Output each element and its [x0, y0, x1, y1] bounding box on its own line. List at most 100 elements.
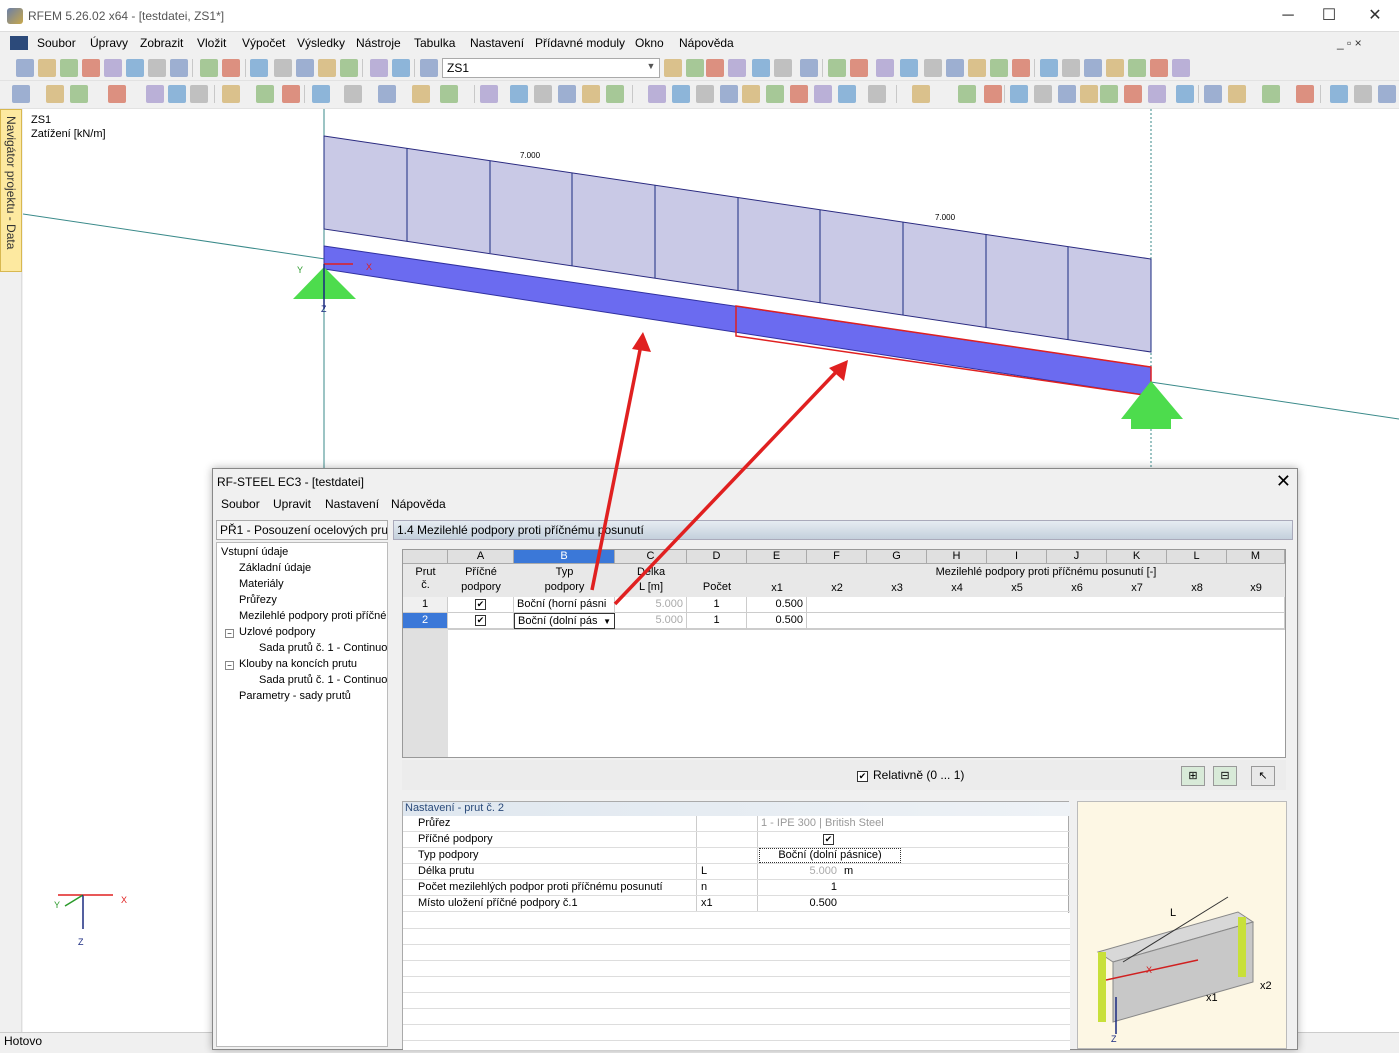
toolbar-tool-icon[interactable] — [250, 59, 268, 77]
toolbar-tool-icon[interactable] — [1080, 85, 1098, 103]
toolbar-tool-icon[interactable] — [696, 85, 714, 103]
toolbar-tool-icon[interactable] — [946, 59, 964, 77]
table-cell-count[interactable]: 1 — [687, 597, 747, 613]
checkbox[interactable]: ✔ — [475, 598, 486, 610]
toolbar-tool-icon[interactable] — [814, 85, 832, 103]
toolbar-tool-icon[interactable] — [838, 85, 856, 103]
toolbar-tool-icon[interactable] — [828, 59, 846, 77]
tree-item[interactable]: Sada prutů č. 1 - Continuou — [259, 674, 387, 686]
tree-item[interactable]: Parametry - sady prutů — [239, 690, 351, 702]
toolbar-tool-icon[interactable] — [990, 59, 1008, 77]
settings-checkbox[interactable]: ✔ — [823, 834, 834, 845]
toolbar-tool-icon[interactable] — [200, 59, 218, 77]
toolbar-tool-icon[interactable] — [82, 59, 100, 77]
toolbar-tool-icon[interactable] — [60, 59, 78, 77]
toolbar-tool-icon[interactable] — [706, 59, 724, 77]
menu-upravy[interactable]: Úpravy — [90, 36, 128, 50]
toolbar-tool-icon[interactable] — [664, 59, 682, 77]
toolbar-tool-icon[interactable] — [582, 85, 600, 103]
checkbox[interactable]: ✔ — [475, 614, 486, 626]
toolbar-tool-icon[interactable] — [1296, 85, 1314, 103]
dialog-menu-nastaveni[interactable]: Nastavení — [325, 497, 379, 511]
tree-item[interactable]: Základní údaje — [239, 562, 311, 574]
toolbar-tool-icon[interactable] — [648, 85, 666, 103]
menu-okno[interactable]: Okno — [635, 36, 664, 50]
toolbar-tool-icon[interactable] — [1012, 59, 1030, 77]
toolbar-tool-icon[interactable] — [766, 85, 784, 103]
dialog-menu-upravit[interactable]: Upravit — [273, 497, 311, 511]
toolbar-tool-icon[interactable] — [108, 85, 126, 103]
mdi-controls[interactable]: _ ▫ × — [1337, 36, 1362, 50]
minimize-button[interactable]: ─ — [1265, 0, 1311, 32]
toolbar-tool-icon[interactable] — [104, 59, 122, 77]
table-cell-count[interactable]: 1 — [687, 613, 747, 629]
loadcase-select[interactable]: ZS1 ▼ — [442, 58, 660, 78]
toolbar-tool-icon[interactable] — [318, 59, 336, 77]
toolbar-tool-icon[interactable] — [440, 85, 458, 103]
toolbar-tool-icon[interactable] — [800, 59, 818, 77]
toolbar-tool-icon[interactable] — [392, 59, 410, 77]
tree-item[interactable]: Průřezy — [239, 594, 277, 606]
toolbar-tool-icon[interactable] — [420, 59, 438, 77]
toolbar-tool-icon[interactable] — [274, 59, 292, 77]
toolbar-tool-icon[interactable] — [344, 85, 362, 103]
excel-import-button[interactable]: ⊟ — [1213, 766, 1237, 786]
toolbar-tool-icon[interactable] — [12, 85, 30, 103]
close-button[interactable]: ✕ — [1352, 0, 1398, 32]
toolbar-tool-icon[interactable] — [480, 85, 498, 103]
table-empty-area[interactable] — [448, 629, 1285, 757]
toolbar-tool-icon[interactable] — [984, 85, 1002, 103]
toolbar-tool-icon[interactable] — [958, 85, 976, 103]
table-cell-empty[interactable] — [807, 597, 1285, 613]
toolbar-tool-icon[interactable] — [1084, 59, 1102, 77]
toolbar-tool-icon[interactable] — [1172, 59, 1190, 77]
pick-button[interactable]: ↖ — [1251, 766, 1275, 786]
menu-vypocet[interactable]: Výpočet — [242, 36, 285, 50]
toolbar-tool-icon[interactable] — [1040, 59, 1058, 77]
table-cell-checkbox[interactable]: ✔ — [448, 597, 514, 613]
settings-type-select[interactable]: Boční (dolní pásnice) — [759, 848, 901, 863]
maximize-button[interactable]: ☐ — [1306, 0, 1352, 32]
toolbar-tool-icon[interactable] — [790, 85, 808, 103]
toolbar-tool-icon[interactable] — [1176, 85, 1194, 103]
toolbar-tool-icon[interactable] — [1100, 85, 1118, 103]
toolbar-tool-icon[interactable] — [1150, 59, 1168, 77]
collapse-icon[interactable]: − — [225, 661, 234, 670]
dialog-menu-napoveda[interactable]: Nápověda — [391, 497, 446, 511]
toolbar-tool-icon[interactable] — [720, 85, 738, 103]
toolbar-tool-icon[interactable] — [126, 59, 144, 77]
row-number[interactable]: 1 — [403, 597, 448, 613]
menu-nastaveni[interactable]: Nastavení — [470, 36, 524, 50]
toolbar-tool-icon[interactable] — [1128, 59, 1146, 77]
toolbar-tool-icon[interactable] — [168, 85, 186, 103]
toolbar-tool-icon[interactable] — [924, 59, 942, 77]
toolbar-tool-icon[interactable] — [1378, 85, 1396, 103]
toolbar-tool-icon[interactable] — [742, 85, 760, 103]
toolbar-tool-icon[interactable] — [296, 59, 314, 77]
toolbar-tool-icon[interactable] — [752, 59, 770, 77]
table-cell-x1[interactable]: 0.500 — [747, 613, 807, 629]
toolbar-tool-icon[interactable] — [1106, 59, 1124, 77]
toolbar-tool-icon[interactable] — [70, 85, 88, 103]
toolbar-tool-icon[interactable] — [1148, 85, 1166, 103]
table-cell-checkbox[interactable]: ✔ — [448, 613, 514, 629]
toolbar-tool-icon[interactable] — [534, 85, 552, 103]
tree-item[interactable]: Mezilehlé podpory proti příčném — [239, 610, 387, 622]
dialog-menu-soubor[interactable]: Soubor — [221, 497, 260, 511]
menu-napoveda[interactable]: Nápověda — [679, 36, 734, 50]
toolbar-tool-icon[interactable] — [148, 59, 166, 77]
toolbar-tool-icon[interactable] — [968, 59, 986, 77]
toolbar-tool-icon[interactable] — [170, 59, 188, 77]
menu-vysledky[interactable]: Výsledky — [297, 36, 345, 50]
toolbar-tool-icon[interactable] — [876, 59, 894, 77]
tree-item[interactable]: Uzlové podpory — [239, 626, 315, 638]
design-case-select[interactable]: PŘ1 - Posouzení ocelových prut — [216, 520, 388, 540]
toolbar-tool-icon[interactable] — [558, 85, 576, 103]
toolbar-tool-icon[interactable] — [46, 85, 64, 103]
toolbar-tool-icon[interactable] — [1204, 85, 1222, 103]
toolbar-tool-icon[interactable] — [728, 59, 746, 77]
collapse-icon[interactable]: − — [225, 629, 234, 638]
tree-item[interactable]: Sada prutů č. 1 - Continuou — [259, 642, 387, 654]
toolbar-tool-icon[interactable] — [1062, 59, 1080, 77]
toolbar-tool-icon[interactable] — [1010, 85, 1028, 103]
